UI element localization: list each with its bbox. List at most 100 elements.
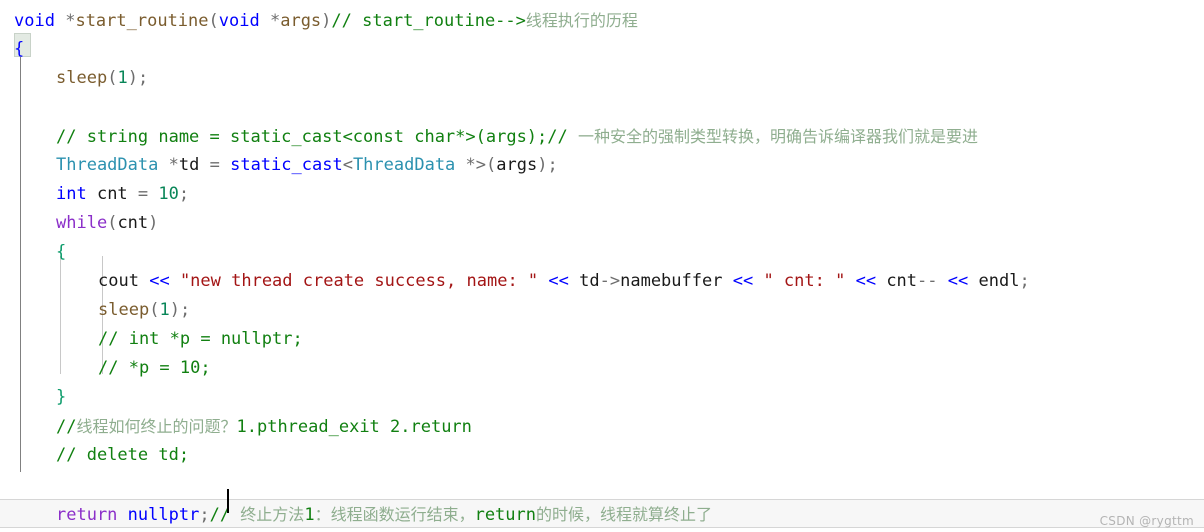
code-line[interactable] [0,470,1204,499]
code-token: << [149,271,170,291]
code-line[interactable]: // string name = static_cast<const char*… [0,122,1204,151]
code-token: // [56,417,77,437]
code-line[interactable]: sleep(1); [0,296,1204,325]
code-token: = [209,155,220,175]
code-token: cnt [86,184,138,204]
code-token: * [168,155,179,175]
code-token: * [465,155,476,175]
code-token: ( [486,155,497,175]
code-token: ; [179,300,191,320]
code-token: "new thread create success, name: " [179,271,539,291]
code-line[interactable]: int cnt = 10; [0,180,1204,209]
code-line[interactable]: while(cnt) [0,209,1204,238]
code-token: sleep [98,300,150,320]
code-token: } [56,387,67,407]
code-token: << [855,271,877,291]
code-token: // *p = 10; [98,358,211,378]
code-line[interactable]: cout << "new thread create success, name… [0,267,1204,296]
code-token: 一种安全的强制类型转换，明确告诉编译器我们就是要进 [577,127,978,146]
code-line-current[interactable]: return nullptr;// 终止方法1：线程函数运行结束，return的… [0,499,1204,528]
code-token: 10 [158,184,179,204]
code-token: // string name = static_cast<const char*… [56,127,578,147]
code-line[interactable]: { [0,35,1204,64]
code-line[interactable] [0,93,1204,122]
code-token: 1 [304,505,315,525]
code-token: << [732,271,754,291]
code-line[interactable]: //线程如何终止的问题？1.pthread_exit 2.return [0,412,1204,441]
code-token: 1.pthread_exit 2.return [236,417,472,437]
code-token: * [65,11,76,31]
code-token: ：线程函数运行结束， [314,505,475,524]
code-line[interactable]: // int *p = nullptr; [0,325,1204,354]
code-token: return [474,505,536,525]
code-token: cnt [876,271,918,291]
code-token: > [475,155,487,175]
code-token: cnt [117,213,149,233]
code-token: cout [98,271,139,291]
code-token: -> [599,271,621,291]
code-token: // start_routine--> [331,11,526,31]
code-line[interactable]: // delete td; [0,441,1204,470]
code-token: nullptr [127,505,200,525]
code-token: ; [1019,271,1030,291]
code-token: ) [537,155,548,175]
code-token: 1 [117,68,128,88]
code-token: ; [178,184,190,204]
code-token: ThreadData [56,155,159,175]
code-token: static_cast [230,155,343,175]
code-line[interactable]: // *p = 10; [0,354,1204,383]
code-token: << [947,271,969,291]
code-token: // int *p = nullptr; [98,329,303,349]
code-token: args [280,11,322,31]
code-token: 终止方法 [240,505,305,524]
code-token: int [56,184,87,204]
code-line[interactable]: sleep(1); [0,64,1204,93]
code-token: args [496,155,538,175]
code-editor[interactable]: void *start_routine(void *args)// start_… [0,0,1204,532]
code-token: ) [321,11,332,31]
code-token: ; [137,68,149,88]
code-token: ) [169,300,180,320]
code-token: start_routine [75,11,209,31]
code-line[interactable]: void *start_routine(void *args)// start_… [0,6,1204,35]
code-token: * [269,11,281,31]
code-token: ; [547,155,558,175]
code-token: { [56,242,67,262]
code-token: { [14,39,25,59]
code-token: void [218,11,260,31]
code-token: 的时候，线程就算终止了 [536,505,713,524]
code-line[interactable]: ThreadData *td = static_cast<ThreadData … [0,151,1204,180]
code-token: // delete td; [56,445,190,465]
code-token: endl [968,271,1020,291]
code-token: while [56,213,108,233]
code-token: " cnt: " [763,271,846,291]
code-token: 线程如何终止的问题？ [76,417,237,436]
csdn-watermark: CSDN @rygttm [1099,514,1194,528]
code-token: < [342,155,353,175]
code-token: -- [917,271,938,291]
code-token: void [14,11,55,31]
code-line[interactable]: } [0,383,1204,412]
code-token: ; [199,505,210,525]
code-token: ( [149,300,160,320]
code-token: td [178,155,200,175]
code-token: 线程执行的历程 [525,11,638,30]
text-caret [227,489,229,513]
code-line[interactable]: { [0,238,1204,267]
code-token: // [209,505,241,525]
